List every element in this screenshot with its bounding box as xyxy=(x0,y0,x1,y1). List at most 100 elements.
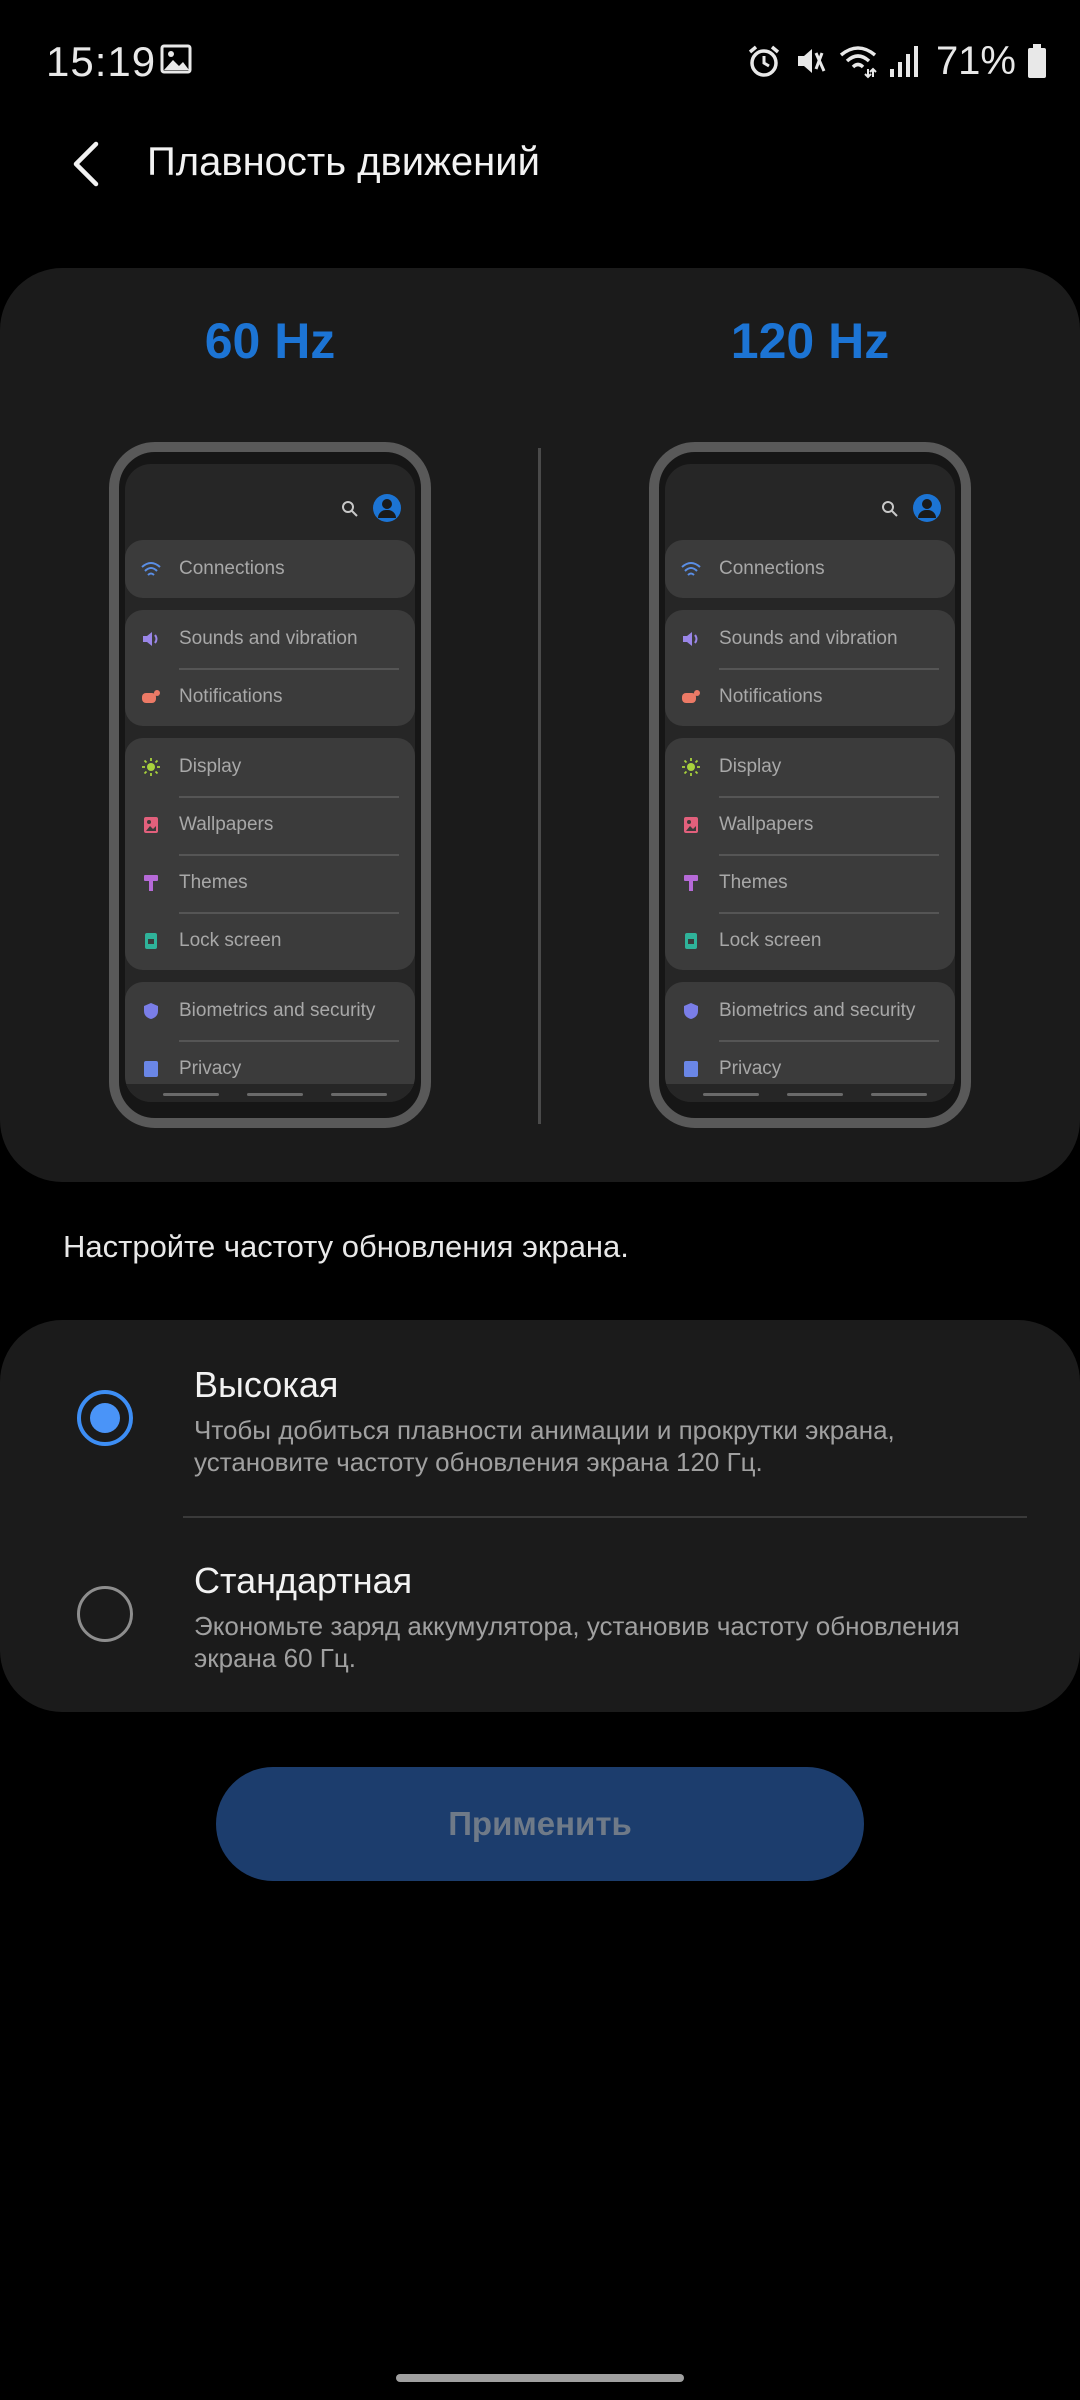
phone-group: Biometrics and security Privacy xyxy=(125,982,415,1098)
phone-preview-120hz: Connections Sounds and vibration Notific… xyxy=(649,442,971,1128)
screen-description: Настройте частоту обновления экрана. xyxy=(63,1229,629,1264)
radio-standard[interactable] xyxy=(77,1586,133,1642)
phone-group: Connections xyxy=(125,540,415,598)
avatar-icon xyxy=(373,494,401,522)
item-label: Lock screen xyxy=(719,930,822,951)
nav-line xyxy=(331,1093,387,1096)
list-item: Themes xyxy=(665,854,955,912)
brush-icon xyxy=(681,873,701,893)
sun-icon xyxy=(141,757,161,777)
gallery-icon xyxy=(160,44,192,74)
list-item: Themes xyxy=(125,854,415,912)
list-item: Lock screen xyxy=(665,912,955,970)
option-title: Высокая xyxy=(194,1364,339,1405)
list-item: Notifications xyxy=(665,668,955,726)
refresh-rate-options: Высокая Чтобы добиться плавности анимаци… xyxy=(0,1320,1080,1712)
wifi-icon xyxy=(141,559,161,579)
option-description: Экономьте заряд аккумулятора, установив … xyxy=(194,1611,960,1673)
privacy-icon xyxy=(681,1059,701,1079)
nav-line xyxy=(247,1093,303,1096)
item-label: Connections xyxy=(179,558,285,579)
item-label: Display xyxy=(179,756,242,777)
mute-icon xyxy=(797,49,826,73)
list-item: Notifications xyxy=(125,668,415,726)
brush-icon xyxy=(141,873,161,893)
phone-group: Display Wallpapers Themes Lock screen xyxy=(665,738,955,970)
nav-line xyxy=(787,1093,843,1096)
list-item: Wallpapers xyxy=(665,796,955,854)
option-high[interactable]: Высокая Чтобы добиться плавности анимаци… xyxy=(0,1320,1080,1516)
status-time: 15:19 xyxy=(46,38,157,85)
item-label: Sounds and vibration xyxy=(719,628,898,649)
back-button[interactable] xyxy=(56,134,116,194)
wifi-icon xyxy=(681,559,701,579)
search-icon xyxy=(882,501,898,517)
phone-group: Biometrics and security Privacy xyxy=(665,982,955,1098)
phone-top-bar xyxy=(665,464,955,540)
item-label: Lock screen xyxy=(179,930,282,951)
item-label: Sounds and vibration xyxy=(179,628,358,649)
app-header: Плавность движений xyxy=(0,120,1080,210)
item-label: Biometrics and security xyxy=(179,1000,376,1021)
list-item: Sounds and vibration xyxy=(125,610,415,668)
signal-icon xyxy=(889,46,918,77)
nav-line xyxy=(703,1093,759,1096)
list-item: Display xyxy=(125,738,415,796)
sun-icon xyxy=(681,757,701,777)
wallpaper-icon xyxy=(141,815,161,835)
list-item: Biometrics and security xyxy=(665,982,955,1040)
avatar-icon xyxy=(913,494,941,522)
refresh-rate-preview: 60 Hz 120 Hz Connections Sounds and vibr… xyxy=(0,268,1080,1182)
notification-icon xyxy=(141,687,161,707)
battery-icon xyxy=(1028,44,1046,78)
list-item: Connections xyxy=(125,540,415,598)
phone-screen: Connections Sounds and vibration Notific… xyxy=(125,464,415,1102)
item-label: Themes xyxy=(719,872,788,893)
item-label: Notifications xyxy=(719,686,823,707)
speaker-icon xyxy=(141,629,161,649)
page-title: Плавность движений xyxy=(147,140,540,184)
alarm-icon xyxy=(748,45,780,77)
item-label: Privacy xyxy=(179,1058,242,1079)
nav-line xyxy=(163,1093,219,1096)
speaker-icon xyxy=(681,629,701,649)
apply-button[interactable]: Применить xyxy=(216,1767,864,1881)
gesture-nav-bar[interactable] xyxy=(396,2374,684,2382)
radio-high-selected[interactable] xyxy=(77,1390,133,1446)
chevron-left-icon xyxy=(73,141,99,187)
lock-screen-icon xyxy=(141,931,161,951)
phone-nav-bar xyxy=(665,1084,955,1102)
list-item: Biometrics and security xyxy=(125,982,415,1040)
battery-percent: 71% xyxy=(935,38,1016,83)
phone-top-bar xyxy=(125,464,415,540)
list-item: Wallpapers xyxy=(125,796,415,854)
preview-divider xyxy=(538,448,541,1124)
option-title: Стандартная xyxy=(194,1560,413,1601)
item-label: Display xyxy=(719,756,782,777)
list-item: Lock screen xyxy=(125,912,415,970)
status-icons: 71% xyxy=(746,34,1048,88)
search-icon xyxy=(342,501,358,517)
lock-screen-icon xyxy=(681,931,701,951)
phone-group: Display Wallpapers Themes Lock screen xyxy=(125,738,415,970)
shield-icon xyxy=(141,1001,161,1021)
item-label: Connections xyxy=(719,558,825,579)
wifi-icon xyxy=(839,46,877,79)
status-bar: 15:19 71% xyxy=(0,0,1080,120)
nav-line xyxy=(871,1093,927,1096)
list-item: Connections xyxy=(665,540,955,598)
shield-icon xyxy=(681,1001,701,1021)
item-label: Privacy xyxy=(719,1058,782,1079)
phone-screen: Connections Sounds and vibration Notific… xyxy=(665,464,955,1102)
item-label: Themes xyxy=(179,872,248,893)
phone-nav-bar xyxy=(125,1084,415,1102)
list-item: Sounds and vibration xyxy=(665,610,955,668)
phone-group: Sounds and vibration Notifications xyxy=(665,610,955,726)
wallpaper-icon xyxy=(681,815,701,835)
phone-group: Sounds and vibration Notifications xyxy=(125,610,415,726)
hz-label-120: 120 Hz xyxy=(730,313,890,369)
option-description: Чтобы добиться плавности анимации и прок… xyxy=(194,1415,895,1477)
item-label: Biometrics and security xyxy=(719,1000,916,1021)
item-label: Wallpapers xyxy=(179,814,274,835)
option-standard[interactable]: Стандартная Экономьте заряд аккумулятора… xyxy=(0,1516,1080,1712)
